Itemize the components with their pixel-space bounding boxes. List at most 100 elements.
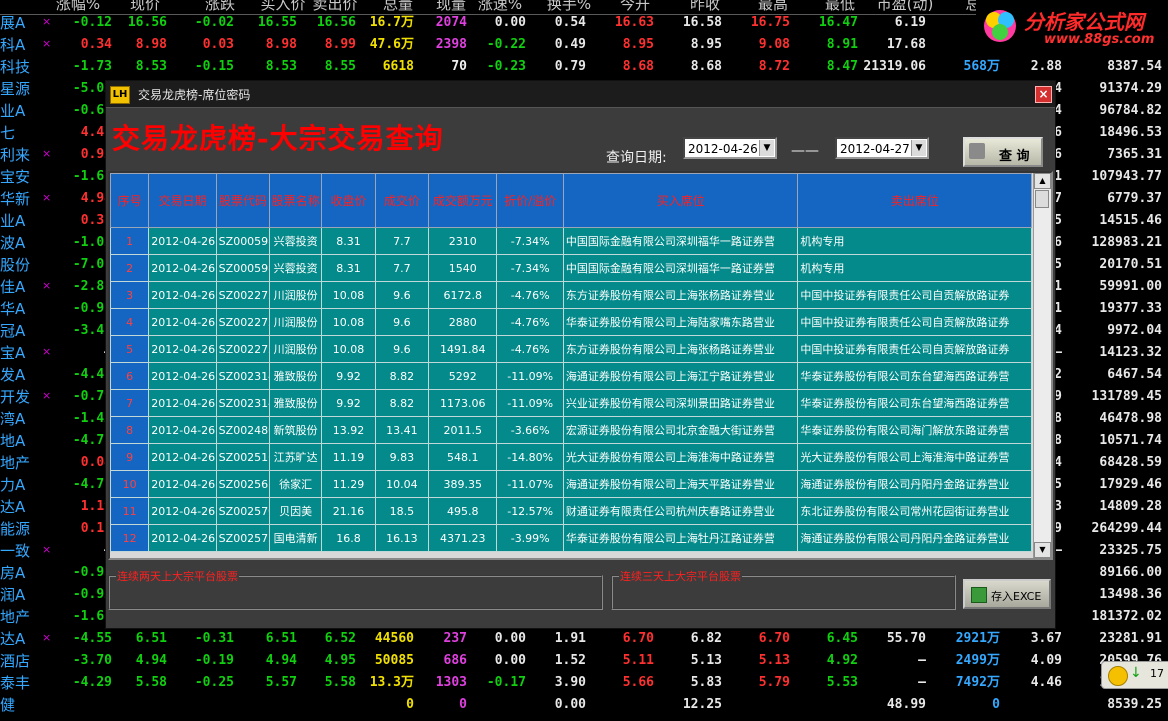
table-cell: 2012-04-26 [148,281,217,309]
table-cell: 10.08 [321,308,376,336]
date-to-value: 2012-04-27 [840,142,910,156]
stock-column-header[interactable]: 最高 [743,0,803,12]
grid-column-header[interactable]: 股票代码 [215,173,271,228]
block-trade-grid[interactable]: 序号 交易日期 股票代码 股票名称 收盘价 成交价 成交额万元 折价/溢价 买入席位 卖出席位 1… [108,171,1053,560]
table-cell: -11.09% [496,389,564,417]
table-row[interactable]: 112012-04-26SZ002570贝因美21.1618.5495.8-12… [110,497,1032,525]
table-cell: 贝因美 [269,497,323,525]
stock-cell [972,694,1062,716]
page-title: 交易龙虎榜-大宗交易查询 [112,122,444,155]
stock-column-header[interactable]: 昨收 [675,0,735,12]
table-cell: SZ002272 [215,335,271,363]
table-row[interactable]: 82012-04-26SZ002480新筑股份13.9213.412011.5-… [110,416,1032,444]
table-row[interactable]: 122012-04-26SZ002573国电清新16.816.134371.23… [110,524,1032,552]
table-cell: 7.7 [374,254,430,282]
stock-row[interactable]: 健 0 0 0.00 12.25 48.99 0 8539.25 [0,694,1168,716]
table-cell: 16.13 [374,524,430,552]
table-row[interactable]: 102012-04-26SZ002561徐家汇11.2910.04389.35-… [110,470,1032,498]
stock-column-header[interactable]: 总量 [368,0,428,12]
stock-row[interactable]: 科技 -1.73 8.53 -0.15 8.53 8.55 6618 70 -0.23 0.79 8… [0,56,1168,78]
table-cell: 548.1 [428,443,498,471]
grid-column-header[interactable]: 收盘价 [321,173,376,228]
stock-column-header[interactable]: 涨速% [470,0,530,12]
stock-column-header[interactable]: 换手% [539,0,599,12]
grid-column-header[interactable]: 交易日期 [148,173,217,228]
table-row[interactable]: 92012-04-26SZ002516江苏旷达11.199.83548.1-14… [110,443,1032,471]
grid-column-header[interactable]: 卖出席位 [797,173,1032,228]
table-cell: 兴蓉投资 [269,254,323,282]
scroll-up-icon[interactable]: ▲ [1034,173,1051,189]
stock-column-header[interactable]: 买入价 [253,0,313,12]
export-button-label: 存入EXCE [991,590,1042,603]
scroll-thumb[interactable] [1035,190,1049,208]
table-cell: 1491.84 [428,335,498,363]
table-cell: 2012-04-26 [148,308,217,336]
table-row[interactable]: 72012-04-26SZ002314雅致股份9.928.821173.06-1… [110,389,1032,417]
stock-cell: 46478.98 [1099,411,1162,426]
grid-column-header[interactable]: 折价/溢价 [496,173,564,228]
table-cell: 国电清新 [269,524,323,552]
table-row[interactable]: 42012-04-26SZ002272川润股份10.089.62880-4.76… [110,308,1032,336]
table-cell: 11.29 [321,470,376,498]
grid-column-header[interactable]: 成交额万元 [428,173,498,228]
query-button[interactable]: 查 询 [963,137,1043,167]
close-button[interactable]: × [1035,86,1052,103]
date-to-select[interactable]: 2012-04-27 ▼ [835,137,929,159]
grid-column-header[interactable]: 成交价 [374,173,430,228]
grid-column-header[interactable]: 股票名称 [269,173,323,228]
table-cell: SZ002272 [215,308,271,336]
date-range-separator: —— [791,143,819,159]
table-cell: 2 [110,254,150,282]
stock-name: 健 [0,696,16,714]
grid-scrollbar[interactable]: ▲ ▼ [1033,173,1051,558]
stock-column-header[interactable]: 涨幅% [48,0,108,12]
grid-column-header[interactable]: 序号 [110,173,150,228]
stock-cell: 68428.59 [1099,455,1162,470]
stock-cell: 107943.77 [1091,169,1162,184]
stock-cell: 89166.00 [1099,565,1162,580]
table-row[interactable]: 32012-04-26SZ002272川润股份10.089.66172.8-4.… [110,281,1032,309]
table-cell: -7.34% [496,254,564,282]
table-row[interactable]: 52012-04-26SZ002272川润股份10.089.61491.84-4… [110,335,1032,363]
stock-column-header[interactable]: 卖出价 [305,0,365,12]
stock-column-header[interactable]: 今开 [605,0,665,12]
stock-column-header[interactable]: 涨跌 [190,0,250,12]
table-cell: 财通证券有限责任公司杭州庆春路证券营业 [562,497,799,525]
table-cell: 海通证券股份有限公司上海天平路证券营业 [562,470,799,498]
table-cell: 9.6 [374,335,430,363]
table-cell: 2012-04-26 [148,443,217,471]
stock-cell: 23281.91 [1099,631,1162,646]
date-from-select[interactable]: 2012-04-26 ▼ [683,137,777,159]
stock-cell: 59991.00 [1099,279,1162,294]
stock-cell: 17929.46 [1099,477,1162,492]
status-widget[interactable]: ↓ 17 [1101,661,1168,689]
window-title: 交易龙虎榜-席位密码 [138,88,251,102]
table-cell: 7 [110,389,150,417]
stock-cell: 19377.33 [1099,301,1162,316]
scroll-down-icon[interactable]: ▼ [1034,542,1051,558]
table-cell: -12.57% [496,497,564,525]
stock-column-header[interactable]: 市盈(动) [875,0,935,12]
table-cell: 2012-04-26 [148,497,217,525]
table-row[interactable]: 62012-04-26SZ002314雅致股份9.928.825292-11.0… [110,362,1032,390]
table-cell: -14.80% [496,443,564,471]
stock-row[interactable]: 达A × -4.55 6.51 -0.31 6.51 6.52 44560 237 0.00 1.9… [0,628,1168,650]
table-row[interactable]: 22012-04-26SZ000598兴蓉投资8.317.71540-7.34%… [110,254,1032,282]
export-excel-button[interactable]: 存入EXCE [963,579,1051,609]
table-cell: 东北证券股份有限公司常州花园街证券营业 [797,497,1032,525]
table-cell: 海通证券股份有限公司上海江宁路证券营业 [562,362,799,390]
table-cell: 2012-04-26 [148,254,217,282]
dialog-titlebar[interactable]: LH 交易龙虎榜-席位密码 × [106,81,1055,108]
stock-row[interactable]: 酒店 -3.70 4.94 -0.19 4.94 4.95 50085 686 0.00 1.52… [0,650,1168,672]
table-cell: 中国中投证券有限责任公司自贡解放路证券 [797,335,1032,363]
stock-column-header[interactable]: 最低 [810,0,870,12]
chevron-down-icon[interactable]: ▼ [911,140,926,156]
table-cell: SZ002314 [215,389,271,417]
table-cell: 4 [110,308,150,336]
chevron-down-icon[interactable]: ▼ [759,140,774,156]
grid-column-header[interactable]: 买入席位 [562,173,799,228]
table-row[interactable]: 12012-04-26SZ000598兴蓉投资8.317.72310-7.34%… [110,227,1032,255]
table-cell: 华泰证券股份有限公司东台望海西路证券营 [797,362,1032,390]
stock-column-header[interactable]: 现价 [115,0,175,12]
stock-row[interactable]: 泰丰 -4.29 5.58 -0.25 5.57 5.58 13.3万 1303 -0.17 3.… [0,672,1168,694]
